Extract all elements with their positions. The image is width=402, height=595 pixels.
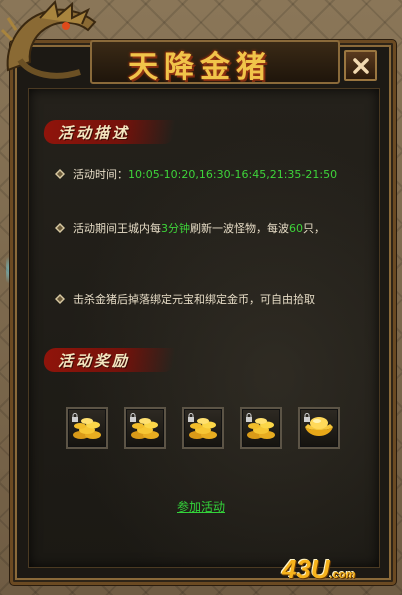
spawn-info-line: 活动期间王城内每 3分钟 刷新一波怪物，每波 60 只， — [55, 220, 325, 236]
lock-icon — [188, 413, 194, 422]
reward-slot[interactable] — [182, 407, 224, 449]
reward-slot[interactable] — [124, 407, 166, 449]
activity-time-line: 活动时间： 10:05-10:20,16:30-16:45,21:35-21:5… — [55, 166, 337, 182]
drop-info-line: 击杀金猪后掉落绑定元宝和绑定金币，可自由拾取 — [55, 291, 315, 307]
activity-time-value: 10:05-10:20,16:30-16:45,21:35-21:50 — [128, 167, 338, 181]
lock-icon — [246, 413, 252, 422]
site-logo: 43U.com — [282, 554, 392, 588]
reward-slot[interactable] — [298, 407, 340, 449]
window-title: 天降金猪 — [128, 50, 272, 85]
event-content-panel — [28, 88, 380, 568]
logo-suffix: .com — [329, 569, 356, 581]
spawn-text-2: 刷新一波怪物，每波 — [190, 222, 289, 235]
reward-slot[interactable] — [66, 407, 108, 449]
activity-time-label: 活动时间： — [73, 168, 128, 181]
lock-icon — [304, 413, 310, 422]
logo-text: 43U — [282, 554, 330, 584]
lock-icon — [72, 413, 78, 422]
reward-slot[interactable] — [240, 407, 282, 449]
spawn-interval: 3分钟 — [161, 222, 190, 235]
section-heading-rewards: 活动奖励 — [42, 346, 184, 374]
description-heading-label: 活动描述 — [58, 123, 131, 142]
close-button[interactable] — [344, 50, 377, 81]
section-heading-description: 活动描述 — [42, 118, 184, 146]
rewards-heading-label: 活动奖励 — [58, 351, 131, 370]
close-icon — [352, 57, 369, 74]
lock-icon — [130, 413, 136, 422]
spawn-text-1: 活动期间王城内每 — [73, 222, 161, 235]
drop-text: 击杀金猪后掉落绑定元宝和绑定金币，可自由拾取 — [73, 293, 315, 306]
spawn-count: 60 — [289, 221, 303, 235]
spawn-text-3: 只， — [303, 222, 325, 235]
diamond-bullet-icon — [55, 294, 65, 304]
join-event-link[interactable]: 参加活动 — [0, 498, 402, 515]
diamond-bullet-icon — [55, 223, 65, 233]
diamond-bullet-icon — [55, 169, 65, 179]
